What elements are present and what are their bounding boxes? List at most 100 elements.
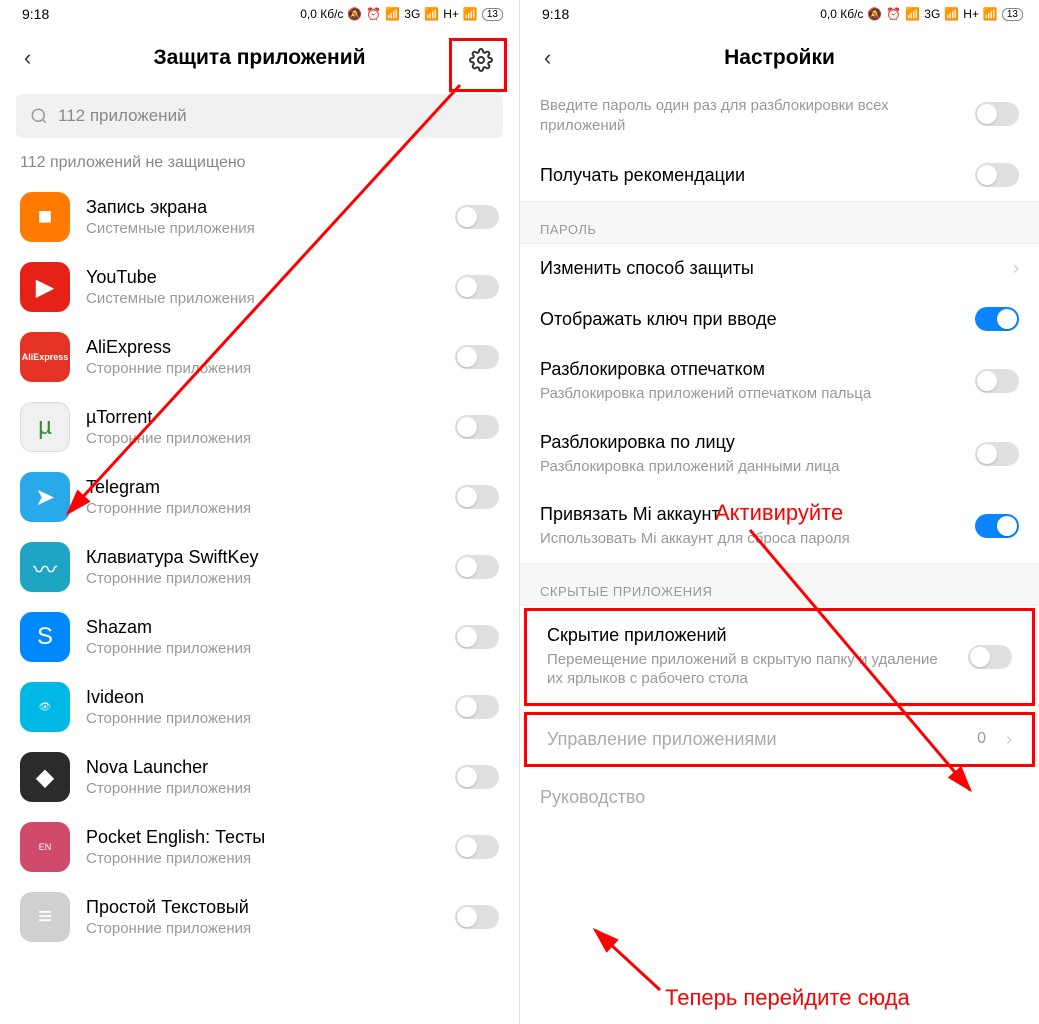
app-row[interactable]: S Shazam Сторонние приложения bbox=[0, 602, 519, 672]
app-info: Pocket English: Тесты Сторонние приложени… bbox=[86, 827, 439, 867]
setting-show-key[interactable]: Отображать ключ при вводе bbox=[520, 293, 1039, 345]
app-row[interactable]: 〰Клавиатура SwiftKeyСторонние приложения bbox=[0, 532, 519, 602]
settings-button[interactable] bbox=[463, 42, 499, 78]
toggle-app-lock[interactable] bbox=[455, 205, 499, 229]
section-header-password: ПАРОЛЬ bbox=[520, 201, 1039, 244]
toggle-face-unlock[interactable] bbox=[975, 442, 1019, 466]
toggle-app-lock[interactable] bbox=[455, 555, 499, 579]
toggle-mi-account[interactable] bbox=[975, 514, 1019, 538]
app-info: Shazam Сторонние приложения bbox=[86, 617, 439, 657]
app-info: YouTube Системные приложения bbox=[86, 267, 439, 307]
app-row[interactable]: EN Pocket English: Тесты Сторонние приложе… bbox=[0, 812, 519, 882]
toggle-app-lock[interactable] bbox=[455, 275, 499, 299]
app-category: Сторонние приложения bbox=[86, 430, 439, 447]
app-category: Сторонние приложения bbox=[86, 640, 439, 657]
app-category: Сторонние приложения bbox=[86, 710, 439, 727]
app-row[interactable]: ➤TelegramСторонние приложения bbox=[0, 462, 519, 532]
app-name: AliExpress bbox=[86, 337, 439, 358]
status-time: 9:18 bbox=[542, 6, 569, 22]
mute-icon: 🔕 bbox=[347, 7, 362, 21]
app-icon: S bbox=[20, 612, 70, 662]
app-icon: 〰 bbox=[20, 542, 70, 592]
toggle-app-lock[interactable] bbox=[455, 345, 499, 369]
app-info: Ivideon Сторонние приложения bbox=[86, 687, 439, 727]
app-name: Pocket English: Тесты bbox=[86, 827, 439, 848]
app-name: Telegram bbox=[86, 477, 439, 498]
toggle-app-lock[interactable] bbox=[455, 765, 499, 789]
app-row[interactable]: 👁 Ivideon Сторонние приложения bbox=[0, 672, 519, 742]
setting-change-method[interactable]: Изменить способ защиты › bbox=[520, 244, 1039, 293]
toggle-fingerprint[interactable] bbox=[975, 369, 1019, 393]
setting-face[interactable]: Разблокировка по лицу Разблокировка прил… bbox=[520, 418, 1039, 491]
app-icon: EN bbox=[20, 822, 70, 872]
app-icon: AliExpress bbox=[20, 332, 70, 382]
wifi-icon: 📶 bbox=[463, 7, 478, 21]
app-category: Сторонние приложения bbox=[86, 920, 439, 937]
toggle-show-key[interactable] bbox=[975, 307, 1019, 331]
setting-recommendations[interactable]: Получать рекомендации bbox=[520, 149, 1039, 201]
app-info: Nova Launcher Сторонние приложения bbox=[86, 757, 439, 797]
app-icon: ◆ bbox=[20, 752, 70, 802]
app-list: ■Запись экранаСистемные приложения▶YouTu… bbox=[0, 182, 519, 952]
app-row[interactable]: AliExpress AliExpress Сторонние приложения bbox=[0, 322, 519, 392]
page-title: Настройки bbox=[520, 46, 1039, 70]
chevron-right-icon: › bbox=[1013, 258, 1019, 279]
right-screen: 9:18 0,0 Кб/с 🔕⏰📶 3G📶 H+📶 13 ‹ Настройки… bbox=[519, 0, 1039, 1024]
back-button[interactable]: ‹ bbox=[536, 37, 559, 79]
app-category: Сторонние приложения bbox=[86, 360, 439, 377]
app-row[interactable]: ▶ YouTube Системные приложения bbox=[0, 252, 519, 322]
app-row[interactable]: ≡Простой ТекстовыйСторонние приложения bbox=[0, 882, 519, 952]
annotation-activate: Активируйте bbox=[715, 500, 843, 526]
app-icon: 👁 bbox=[20, 682, 70, 732]
app-name: Запись экрана bbox=[86, 197, 439, 218]
manage-count: 0 bbox=[977, 730, 986, 748]
app-row[interactable]: µ µTorrent Сторонние приложения bbox=[0, 392, 519, 462]
app-row[interactable]: ◆ Nova Launcher Сторонние приложения bbox=[0, 742, 519, 812]
toggle-app-lock[interactable] bbox=[455, 695, 499, 719]
toggle-app-lock[interactable] bbox=[455, 485, 499, 509]
search-placeholder: 112 приложений bbox=[58, 106, 187, 126]
setting-fingerprint[interactable]: Разблокировка отпечатком Разблокировка п… bbox=[520, 345, 1039, 418]
app-category: Системные приложения bbox=[86, 220, 439, 237]
toggle-hide-apps[interactable] bbox=[968, 645, 1012, 669]
section-header-hidden: СКРЫТЫЕ ПРИЛОЖЕНИЯ bbox=[520, 563, 1039, 606]
app-icon: ➤ bbox=[20, 472, 70, 522]
toggle-recommendations[interactable] bbox=[975, 163, 1019, 187]
search-input[interactable]: 112 приложений bbox=[16, 94, 503, 138]
app-icon: µ bbox=[20, 402, 70, 452]
setting-guide[interactable]: Руководство bbox=[520, 773, 1039, 822]
status-bar: 9:18 0,0 Кб/с 🔕 ⏰ 📶 3G 📶 H+ 📶 13 bbox=[0, 0, 519, 28]
back-button[interactable]: ‹ bbox=[16, 37, 39, 79]
app-name: Nova Launcher bbox=[86, 757, 439, 778]
status-time: 9:18 bbox=[22, 6, 49, 22]
setting-hide-apps[interactable]: Скрытие приложений Перемещение приложени… bbox=[524, 608, 1035, 706]
app-name: Shazam bbox=[86, 617, 439, 638]
app-name: µTorrent bbox=[86, 407, 439, 428]
alarm-icon: ⏰ bbox=[366, 7, 381, 21]
signal-icon: 📶 bbox=[424, 7, 439, 21]
app-name: Ivideon bbox=[86, 687, 439, 708]
app-category: Сторонние приложения bbox=[86, 850, 439, 867]
nav-bar: ‹ Настройки bbox=[520, 28, 1039, 88]
app-info: µTorrent Сторонние приложения bbox=[86, 407, 439, 447]
app-row[interactable]: ■Запись экранаСистемные приложения bbox=[0, 182, 519, 252]
left-screen: 9:18 0,0 Кб/с 🔕 ⏰ 📶 3G 📶 H+ 📶 13 ‹ Защит… bbox=[0, 0, 519, 1024]
toggle-app-lock[interactable] bbox=[455, 905, 499, 929]
app-category: Системные приложения bbox=[86, 290, 439, 307]
toggle-app-lock[interactable] bbox=[455, 415, 499, 439]
app-category: Сторонние приложения bbox=[86, 780, 439, 797]
search-icon bbox=[30, 107, 48, 125]
toggle-app-lock[interactable] bbox=[455, 835, 499, 859]
page-title: Защита приложений bbox=[0, 46, 519, 70]
app-name: Простой Текстовый bbox=[86, 897, 439, 918]
toggle-app-lock[interactable] bbox=[455, 625, 499, 649]
app-name: YouTube bbox=[86, 267, 439, 288]
toggle-group-unlock[interactable] bbox=[975, 102, 1019, 126]
annotation-goto: Теперь перейдите сюда bbox=[665, 985, 910, 1011]
status-icons: 0,0 Кб/с 🔕 ⏰ 📶 3G 📶 H+ 📶 13 bbox=[300, 7, 503, 21]
app-icon: ▶ bbox=[20, 262, 70, 312]
setting-group-unlock[interactable]: Введите пароль один раз для разблокировк… bbox=[520, 88, 1039, 149]
setting-manage-apps[interactable]: Управление приложениями 0 › bbox=[524, 712, 1035, 767]
status-bar: 9:18 0,0 Кб/с 🔕⏰📶 3G📶 H+📶 13 bbox=[520, 0, 1039, 28]
app-info: AliExpress Сторонние приложения bbox=[86, 337, 439, 377]
